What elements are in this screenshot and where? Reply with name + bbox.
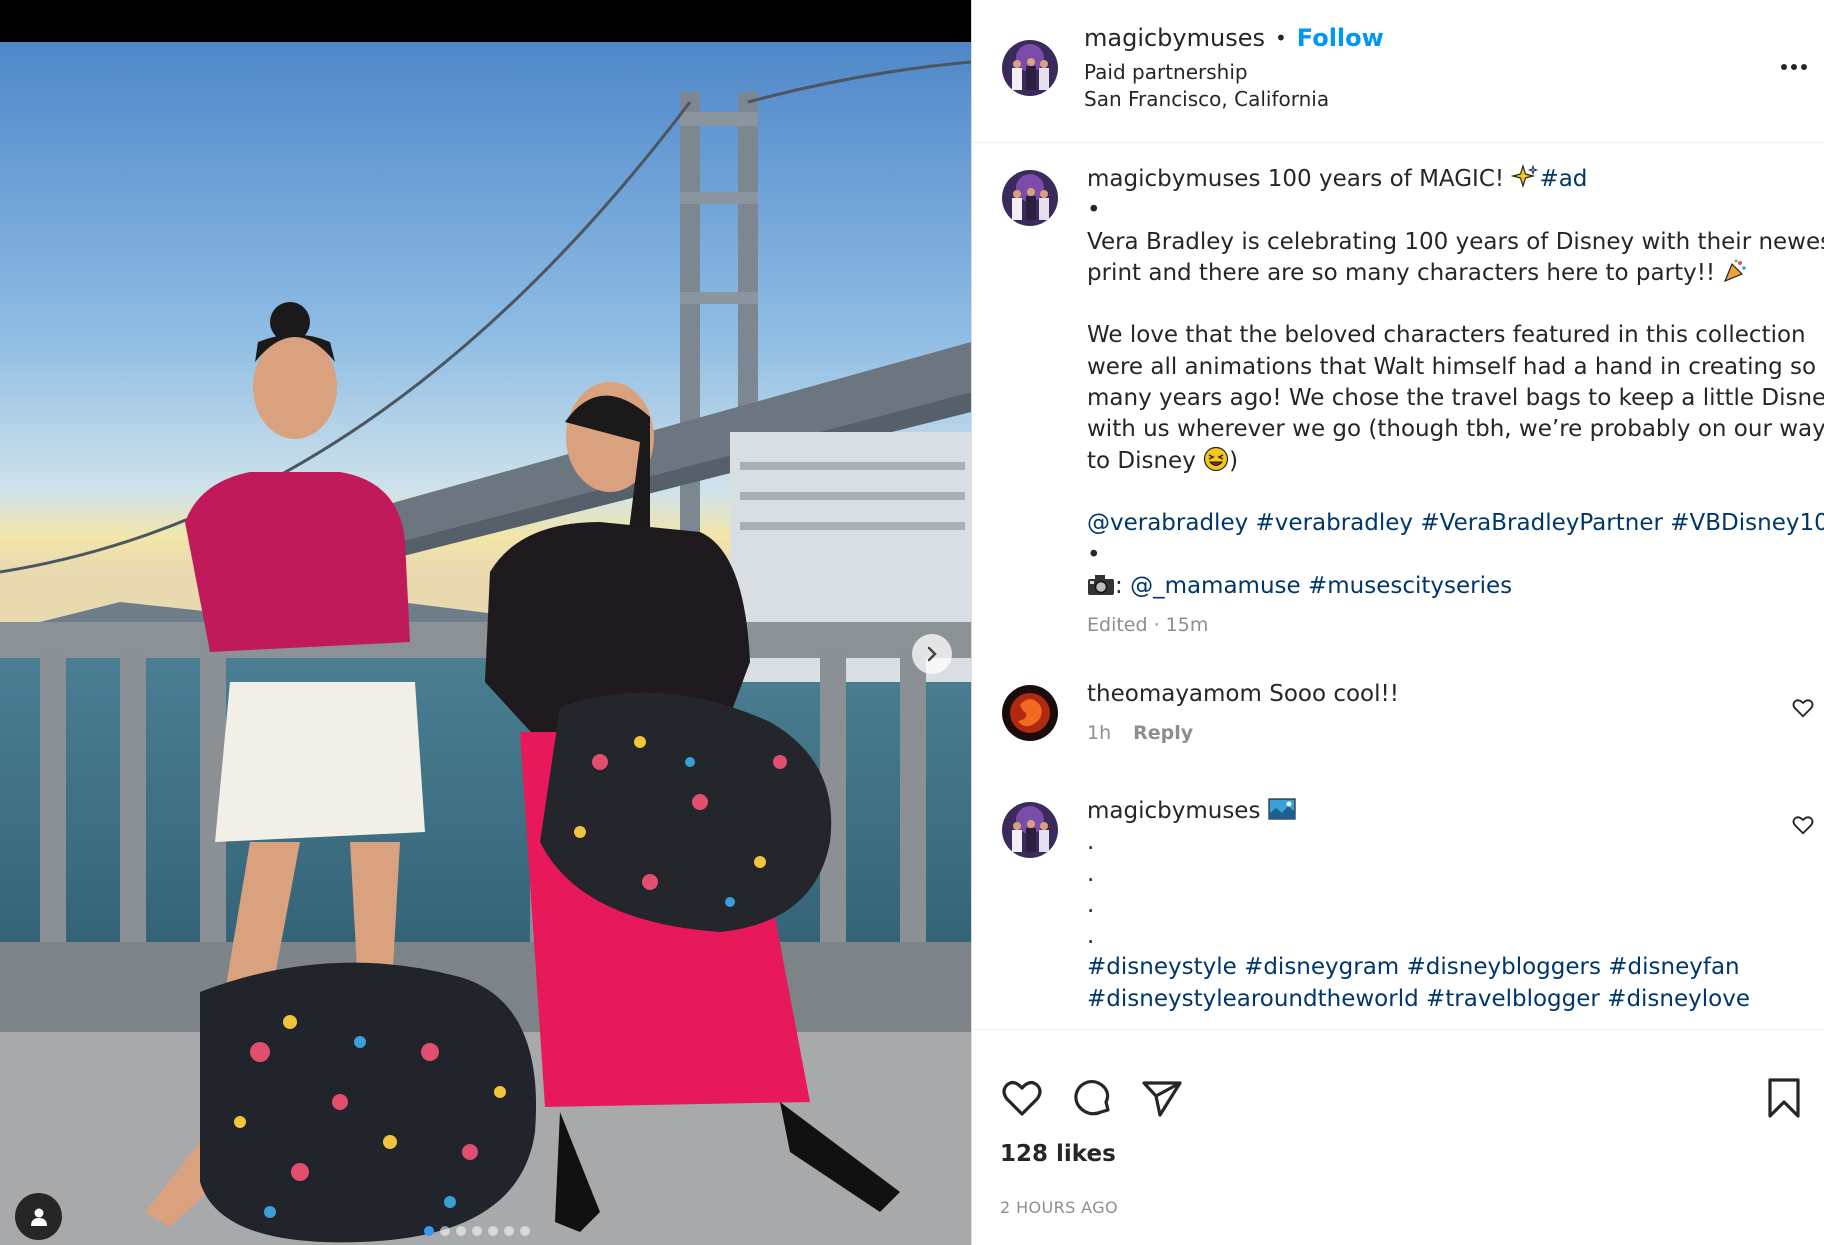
dot-separator: . (1087, 829, 1095, 856)
photo-credit-separator: : (1115, 572, 1131, 599)
hashtag-link[interactable]: #verabradley (1256, 510, 1414, 536)
post-photo (0, 42, 971, 1245)
hashtag-link[interactable]: #disneystyle (1087, 954, 1237, 980)
hashtag-link[interactable]: #travelblogger (1426, 986, 1600, 1012)
hashtag-link[interactable]: #VeraBradleyPartner (1420, 510, 1663, 536)
header-separator: • (1274, 26, 1287, 50)
author-avatar[interactable] (1002, 40, 1058, 96)
more-icon (1781, 64, 1787, 70)
caption-meta: Edited · 15m (1087, 614, 1209, 637)
post-timestamp[interactable]: 2 HOURS AGO (1000, 1198, 1118, 1217)
comment-icon[interactable] (1070, 1076, 1114, 1120)
bullet: • (1087, 541, 1101, 568)
comment-username[interactable]: theomayamom (1087, 681, 1262, 707)
camera-emoji (1088, 574, 1114, 595)
post-media (0, 0, 971, 1245)
carousel-dot (472, 1226, 482, 1236)
reply-button[interactable]: Reply (1133, 722, 1193, 744)
caption-line: many years ago! We chose the travel bags… (1087, 385, 1824, 412)
postcard-emoji (1268, 798, 1296, 820)
user-tag-icon (30, 1208, 47, 1226)
action-bar: 128 likes 2 HOURS AGO (972, 1029, 1824, 1245)
hashtag-link[interactable]: #musescityseries (1308, 573, 1512, 599)
heart-icon[interactable] (1792, 814, 1814, 836)
party-popper-emoji (1724, 259, 1747, 282)
more-icon (1791, 64, 1797, 70)
comment-time: 1h (1087, 722, 1112, 745)
commenter-avatar[interactable] (1002, 802, 1058, 858)
hashtag-link[interactable]: #disneygram (1244, 954, 1399, 980)
location-link[interactable]: San Francisco, California (1084, 87, 1329, 111)
hashtag-link[interactable]: #disneylove (1607, 986, 1750, 1012)
caption-line: ) (1229, 447, 1239, 474)
hashtag-link[interactable]: #disneybloggers (1407, 954, 1601, 980)
paid-partnership-label[interactable]: Paid partnership (1084, 60, 1248, 84)
dot-separator: . (1087, 923, 1095, 950)
dot-separator: . (1087, 891, 1095, 918)
caption-avatar[interactable] (1002, 170, 1058, 226)
laughing-emoji (1204, 446, 1229, 471)
caption-line: were all animations that Walt himself ha… (1087, 353, 1817, 380)
heart-icon[interactable] (1792, 697, 1814, 719)
caption-line: to Disney (1087, 447, 1204, 474)
likes-count[interactable]: 128 likes (1000, 1141, 1116, 1167)
hashtag-link[interactable]: #disneyfan (1608, 954, 1739, 980)
carousel-dot (440, 1226, 450, 1236)
more-options-button[interactable] (1776, 52, 1812, 82)
hashtag-link[interactable]: #ad (1539, 166, 1587, 192)
comment-username[interactable]: magicbymuses (1087, 798, 1260, 824)
commenter-avatar[interactable] (1002, 685, 1058, 741)
carousel-dot (488, 1226, 498, 1236)
heart-icon[interactable] (1000, 1076, 1044, 1120)
hashtag-link[interactable]: #VBDisney100 (1670, 510, 1824, 536)
author-username[interactable]: magicbymuses (1084, 24, 1265, 52)
mention-link[interactable]: @_mamamuse (1130, 573, 1301, 599)
sparkles-emoji (1511, 164, 1539, 189)
user-tag-button[interactable] (15, 1193, 62, 1240)
comments-list: magicbymuses 100 years of MAGIC! #ad • V… (972, 143, 1824, 1029)
bookmark-icon[interactable] (1762, 1076, 1806, 1120)
share-icon[interactable] (1140, 1076, 1184, 1120)
more-icon (1801, 64, 1807, 70)
comment-text: Sooo cool!! (1269, 681, 1399, 707)
chevron-right-icon (927, 646, 937, 662)
caption-line: with us wherever we go (though tbh, we’r… (1087, 416, 1824, 443)
hashtag-link[interactable]: #disneystylearoundtheworld (1087, 986, 1419, 1012)
caption-line: We love that the beloved characters feat… (1087, 322, 1806, 349)
caption-line: print and there are so many characters h… (1087, 259, 1723, 286)
carousel-dot (456, 1226, 466, 1236)
post-panel: magicbymuses • Follow Paid partnership S… (971, 0, 1824, 1245)
post-header: magicbymuses • Follow Paid partnership S… (972, 0, 1824, 143)
follow-button[interactable]: Follow (1297, 24, 1384, 52)
bullet: • (1087, 197, 1101, 224)
carousel-dot (520, 1226, 530, 1236)
carousel-dot (424, 1226, 434, 1236)
carousel-dot (504, 1226, 514, 1236)
caption-line: Vera Bradley is celebrating 100 years of… (1087, 228, 1824, 255)
carousel-indicator (424, 1226, 530, 1236)
mention-link[interactable]: @verabradley (1087, 510, 1248, 536)
carousel-next-button[interactable] (912, 634, 952, 674)
caption-username[interactable]: magicbymuses (1087, 166, 1260, 192)
caption-text: 100 years of MAGIC! (1267, 166, 1512, 192)
dot-separator: . (1087, 860, 1095, 887)
